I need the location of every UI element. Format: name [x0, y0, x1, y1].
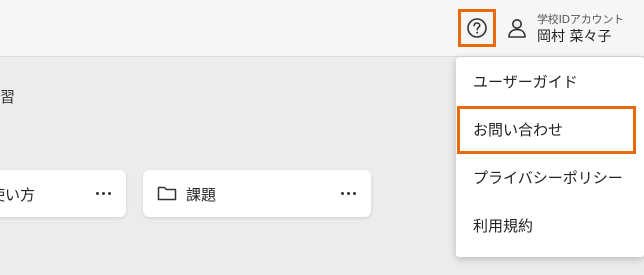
help-button[interactable] [458, 9, 496, 47]
page-heading-fragment: 習 [0, 88, 16, 106]
menu-item-privacy-policy[interactable]: プライバシーポリシー [456, 153, 644, 201]
account-name[interactable]: 岡村 菜々子 [537, 26, 611, 46]
more-horizontal-icon[interactable] [336, 182, 360, 204]
menu-item-terms[interactable]: 利用規約 [456, 201, 644, 249]
menu-item-contact[interactable]: お問い合わせ [456, 105, 644, 153]
help-circle-icon [467, 18, 487, 38]
card-label: 課題 [186, 186, 217, 204]
card-label: 使い方 [0, 186, 36, 204]
person-icon[interactable] [506, 17, 528, 39]
menu-item-user-guide[interactable]: ユーザーガイド [456, 57, 644, 105]
more-horizontal-icon[interactable] [91, 182, 115, 204]
top-header: 学校IDアカウント 岡村 菜々子 [0, 0, 644, 57]
card-assignments[interactable]: 課題 [143, 170, 371, 217]
account-type-label: 学校IDアカウント [537, 13, 624, 26]
help-dropdown-menu: ユーザーガイド お問い合わせ プライバシーポリシー 利用規約 [456, 57, 644, 257]
folder-icon [157, 186, 177, 201]
card-usage[interactable]: 使い方 [0, 170, 126, 217]
